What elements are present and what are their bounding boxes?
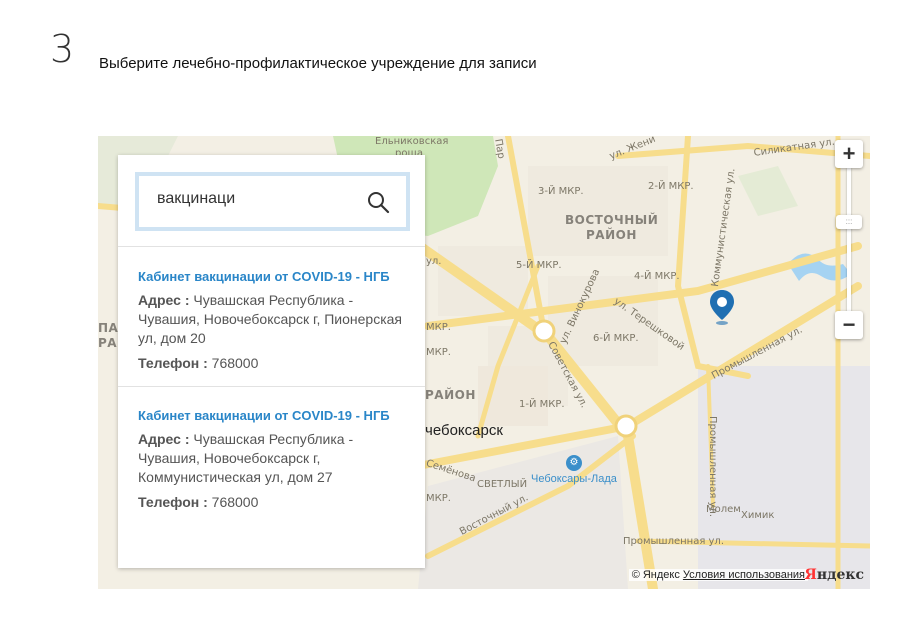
map-label-left-ra: РА <box>98 336 118 350</box>
result-title[interactable]: Кабинет вакцинации от COVID-19 - НГБ <box>138 267 408 286</box>
map-label-mkr1: 1-Й МКР. <box>519 399 565 410</box>
zoom-slider-handle[interactable]: ::: <box>836 215 862 229</box>
map-label-mkr5: 5-Й МКР. <box>516 260 562 271</box>
yandex-logo[interactable]: Яндекс <box>805 567 864 583</box>
map-label-left-pa: ПА <box>98 321 119 335</box>
address-label: Адрес : <box>138 292 190 308</box>
copyright-text: © Яндекс <box>631 569 680 581</box>
map-label-mkr-left-2: МКР. <box>426 347 451 358</box>
map-copyright: © Яндекс Условия использования <box>628 569 808 581</box>
phone-label: Телефон : <box>138 355 208 371</box>
search-icon[interactable] <box>366 190 390 214</box>
divider <box>118 386 425 387</box>
result-title[interactable]: Кабинет вакцинации от COVID-19 - НГБ <box>138 406 408 425</box>
address-label: Адрес : <box>138 431 190 447</box>
map-label-mkr-left-1: МКР. <box>426 322 451 333</box>
map-label-city: чебоксарск <box>425 422 503 439</box>
car-service-icon: ⚙ <box>566 455 582 471</box>
map-label-rayon: РАЙОН <box>586 228 637 242</box>
result-item[interactable]: Кабинет вакцинации от COVID-19 - НГБ Адр… <box>138 406 408 512</box>
search-box <box>135 172 410 231</box>
map-label-mkr2: 2-Й МКР. <box>648 181 694 192</box>
phone-value: 768000 <box>211 494 259 510</box>
result-address: Адрес : Чувашская Республика - Чувашия, … <box>138 430 408 487</box>
result-phone: Телефон : 768000 <box>138 493 408 512</box>
result-item[interactable]: Кабинет вакцинации от COVID-19 - НГБ Адр… <box>138 267 408 373</box>
zoom-out-button[interactable]: − <box>835 311 863 339</box>
search-input[interactable] <box>157 190 357 208</box>
map-label-elnikovskaya: Ельниковская <box>375 136 449 147</box>
phone-value: 768000 <box>211 355 259 371</box>
map-label-rayon-2: РАЙОН <box>425 388 476 402</box>
map-label-svetly: СВЕТЛЫЙ <box>477 479 528 490</box>
search-panel: Кабинет вакцинации от COVID-19 - НГБ Адр… <box>118 155 425 568</box>
yandex-logo-first-letter: Я <box>804 567 817 583</box>
step-title: Выберите лечебно-профилактическое учрежд… <box>99 55 537 72</box>
terms-link[interactable]: Условия использования <box>683 569 805 581</box>
step-number: 3 <box>50 27 75 71</box>
phone-label: Телефон : <box>138 494 208 510</box>
result-phone: Телефон : 768000 <box>138 354 408 373</box>
map-label-mkr3: 3-Й МКР. <box>538 186 584 197</box>
result-address: Адрес : Чувашская Республика - Чувашия, … <box>138 291 408 348</box>
map-label-mkr4: 4-Й МКР. <box>634 271 680 282</box>
map-label-khimik: Химик <box>741 510 775 521</box>
location-marker-icon[interactable] <box>708 288 736 326</box>
map-label-promyshlennaya-2: Промышленная ул. <box>623 536 725 547</box>
map-label-mkr-left-3: МКР. <box>426 493 451 504</box>
map-label-promyshlennaya-3: Промышленная ул. <box>707 416 718 518</box>
divider <box>118 246 425 247</box>
poi-cheboksary-lada[interactable]: Чебоксары-Лада <box>531 473 617 485</box>
map-label-ul-left: ул. <box>426 256 442 267</box>
map-label-mkr6: 6-Й МКР. <box>593 333 639 344</box>
yandex-logo-rest: ндекс <box>816 567 864 583</box>
zoom-slider-track[interactable] <box>847 168 851 318</box>
zoom-in-button[interactable]: + <box>835 140 863 168</box>
map-label-vostochny: ВОСТОЧНЫЙ <box>565 213 659 227</box>
